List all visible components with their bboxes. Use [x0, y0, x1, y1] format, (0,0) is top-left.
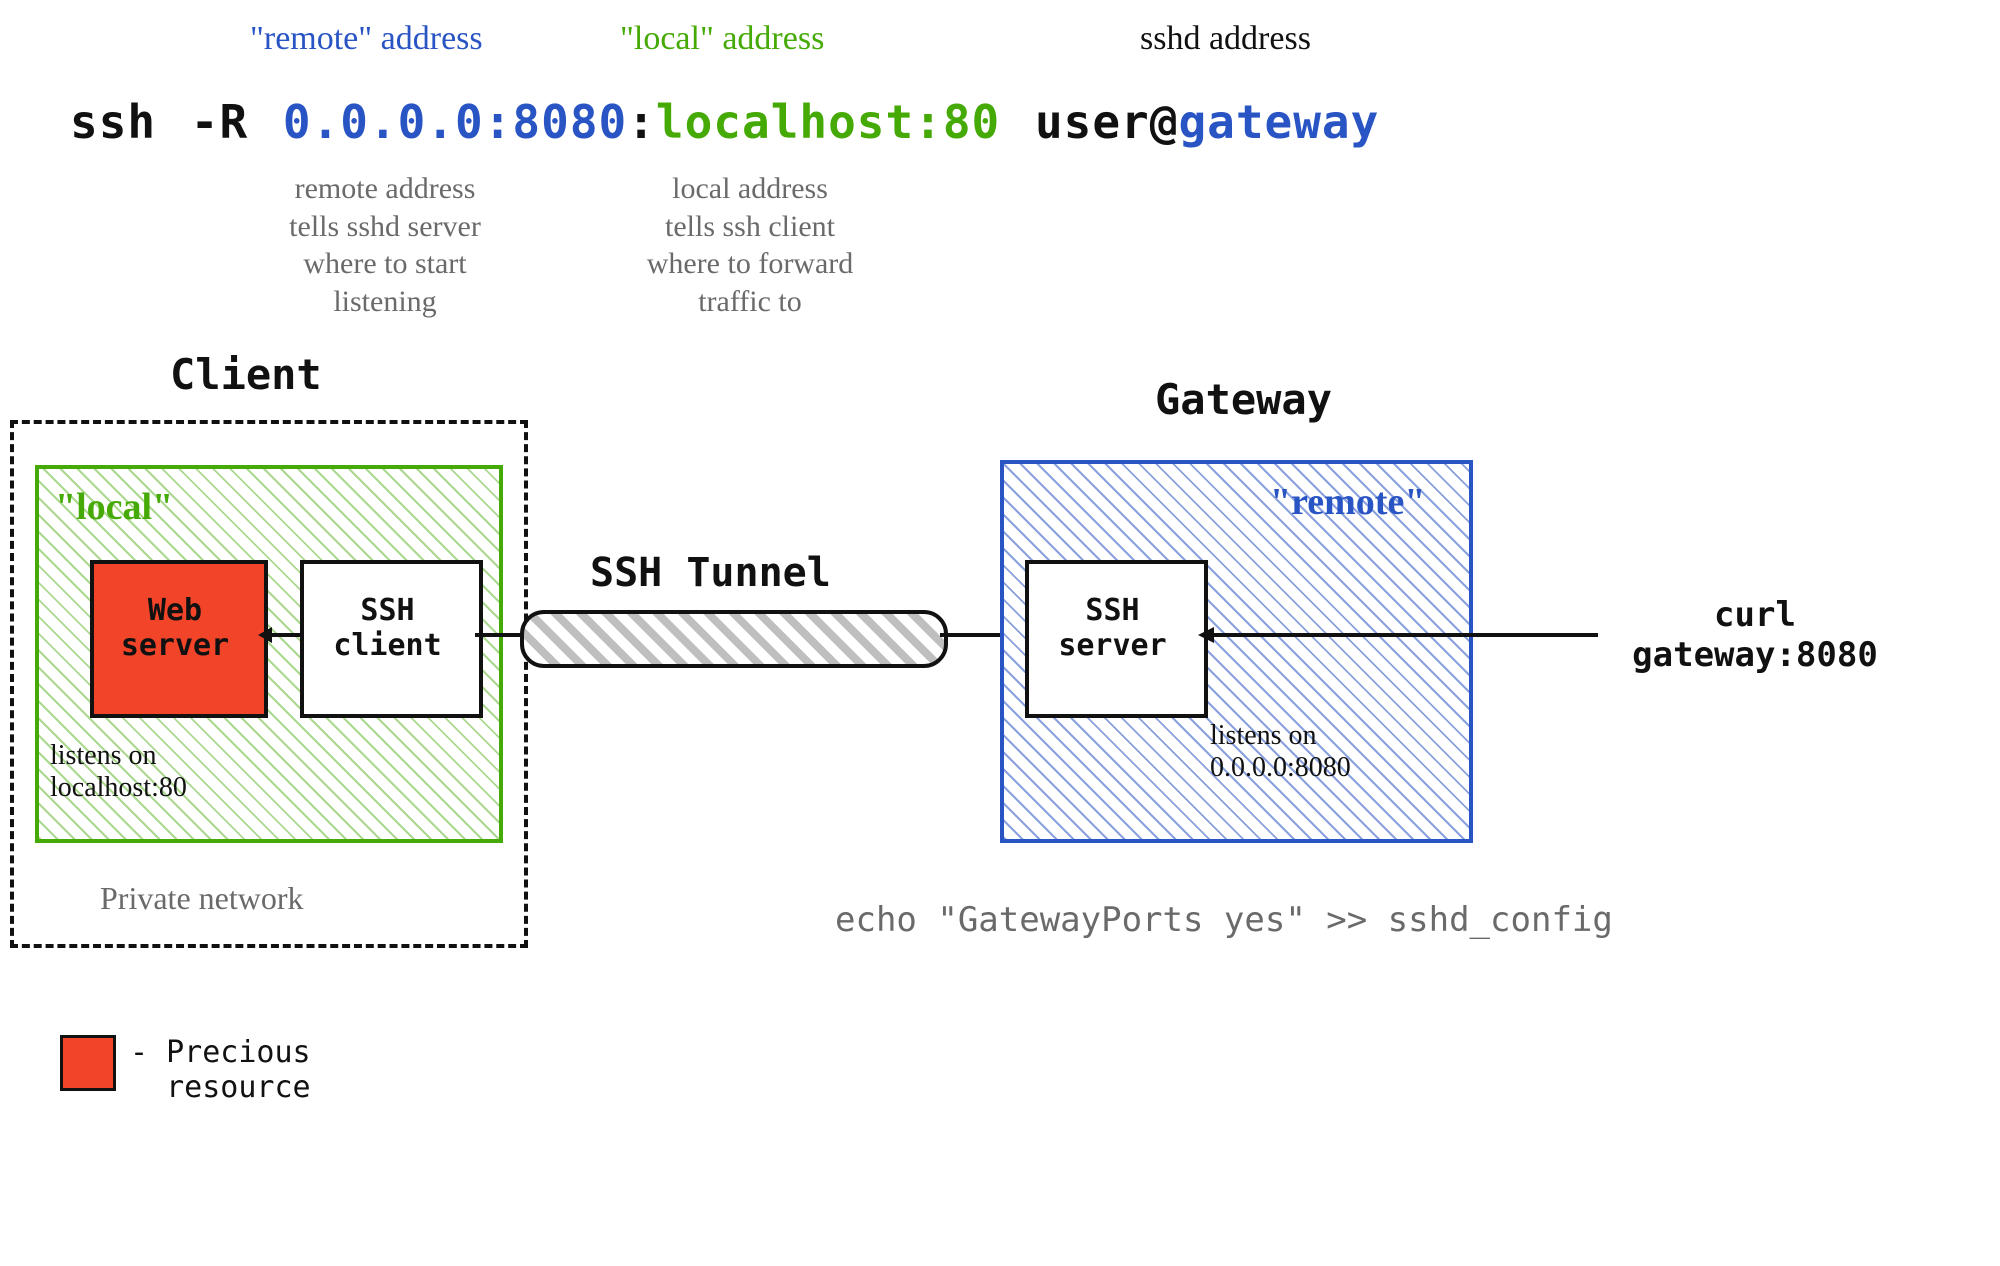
- curl-line1: curl: [1595, 595, 1915, 635]
- ssh-client-label: SSH client: [300, 593, 475, 663]
- cmd-remote-addr: 0.0.0.0:8080: [283, 95, 627, 149]
- ssh-server-label: SSH server: [1025, 593, 1200, 663]
- gateway-title: Gateway: [1155, 375, 1332, 424]
- remote-badge: "remote": [1270, 480, 1425, 524]
- cmd-gateway: gateway: [1178, 95, 1379, 149]
- legend-text: - Precious resource: [130, 1035, 311, 1105]
- web-server-label: Web server: [90, 593, 260, 663]
- local-note: local address tells ssh client where to …: [600, 170, 900, 320]
- remote-address-tag: "remote" address: [250, 20, 483, 58]
- legend-swatch: [60, 1035, 116, 1091]
- ssh-tunnel-pipe: [520, 610, 948, 668]
- client-title: Client: [170, 350, 322, 399]
- curl-command: curl gateway:8080: [1595, 595, 1915, 675]
- cmd-prefix: ssh -R: [70, 95, 283, 149]
- cmd-user-at: user@: [1000, 95, 1178, 149]
- private-network-label: Private network: [100, 880, 304, 917]
- arrow-curl-to-sshserver: [1198, 620, 1598, 650]
- cmd-local-addr: localhost:80: [656, 95, 1000, 149]
- listens-local: listens on localhost:80: [50, 740, 187, 804]
- remote-note: remote address tells sshd server where t…: [240, 170, 530, 320]
- sshd-config-hint: echo "GatewayPorts yes" >> sshd_config: [835, 900, 1613, 940]
- line-client-to-pipe: [475, 633, 520, 637]
- ssh-tunnel-label: SSH Tunnel: [590, 550, 831, 596]
- local-badge: "local": [55, 485, 173, 529]
- curl-line2: gateway:8080: [1595, 635, 1915, 675]
- sshd-address-tag: sshd address: [1140, 20, 1311, 58]
- cmd-colon: :: [627, 95, 656, 149]
- listens-remote: listens on 0.0.0.0:8080: [1210, 720, 1351, 784]
- arrow-sshclient-to-webserver: [258, 620, 304, 650]
- ssh-command: ssh -R 0.0.0.0:8080:localhost:80 user@ga…: [70, 95, 1379, 149]
- local-address-tag: "local" address: [620, 20, 824, 58]
